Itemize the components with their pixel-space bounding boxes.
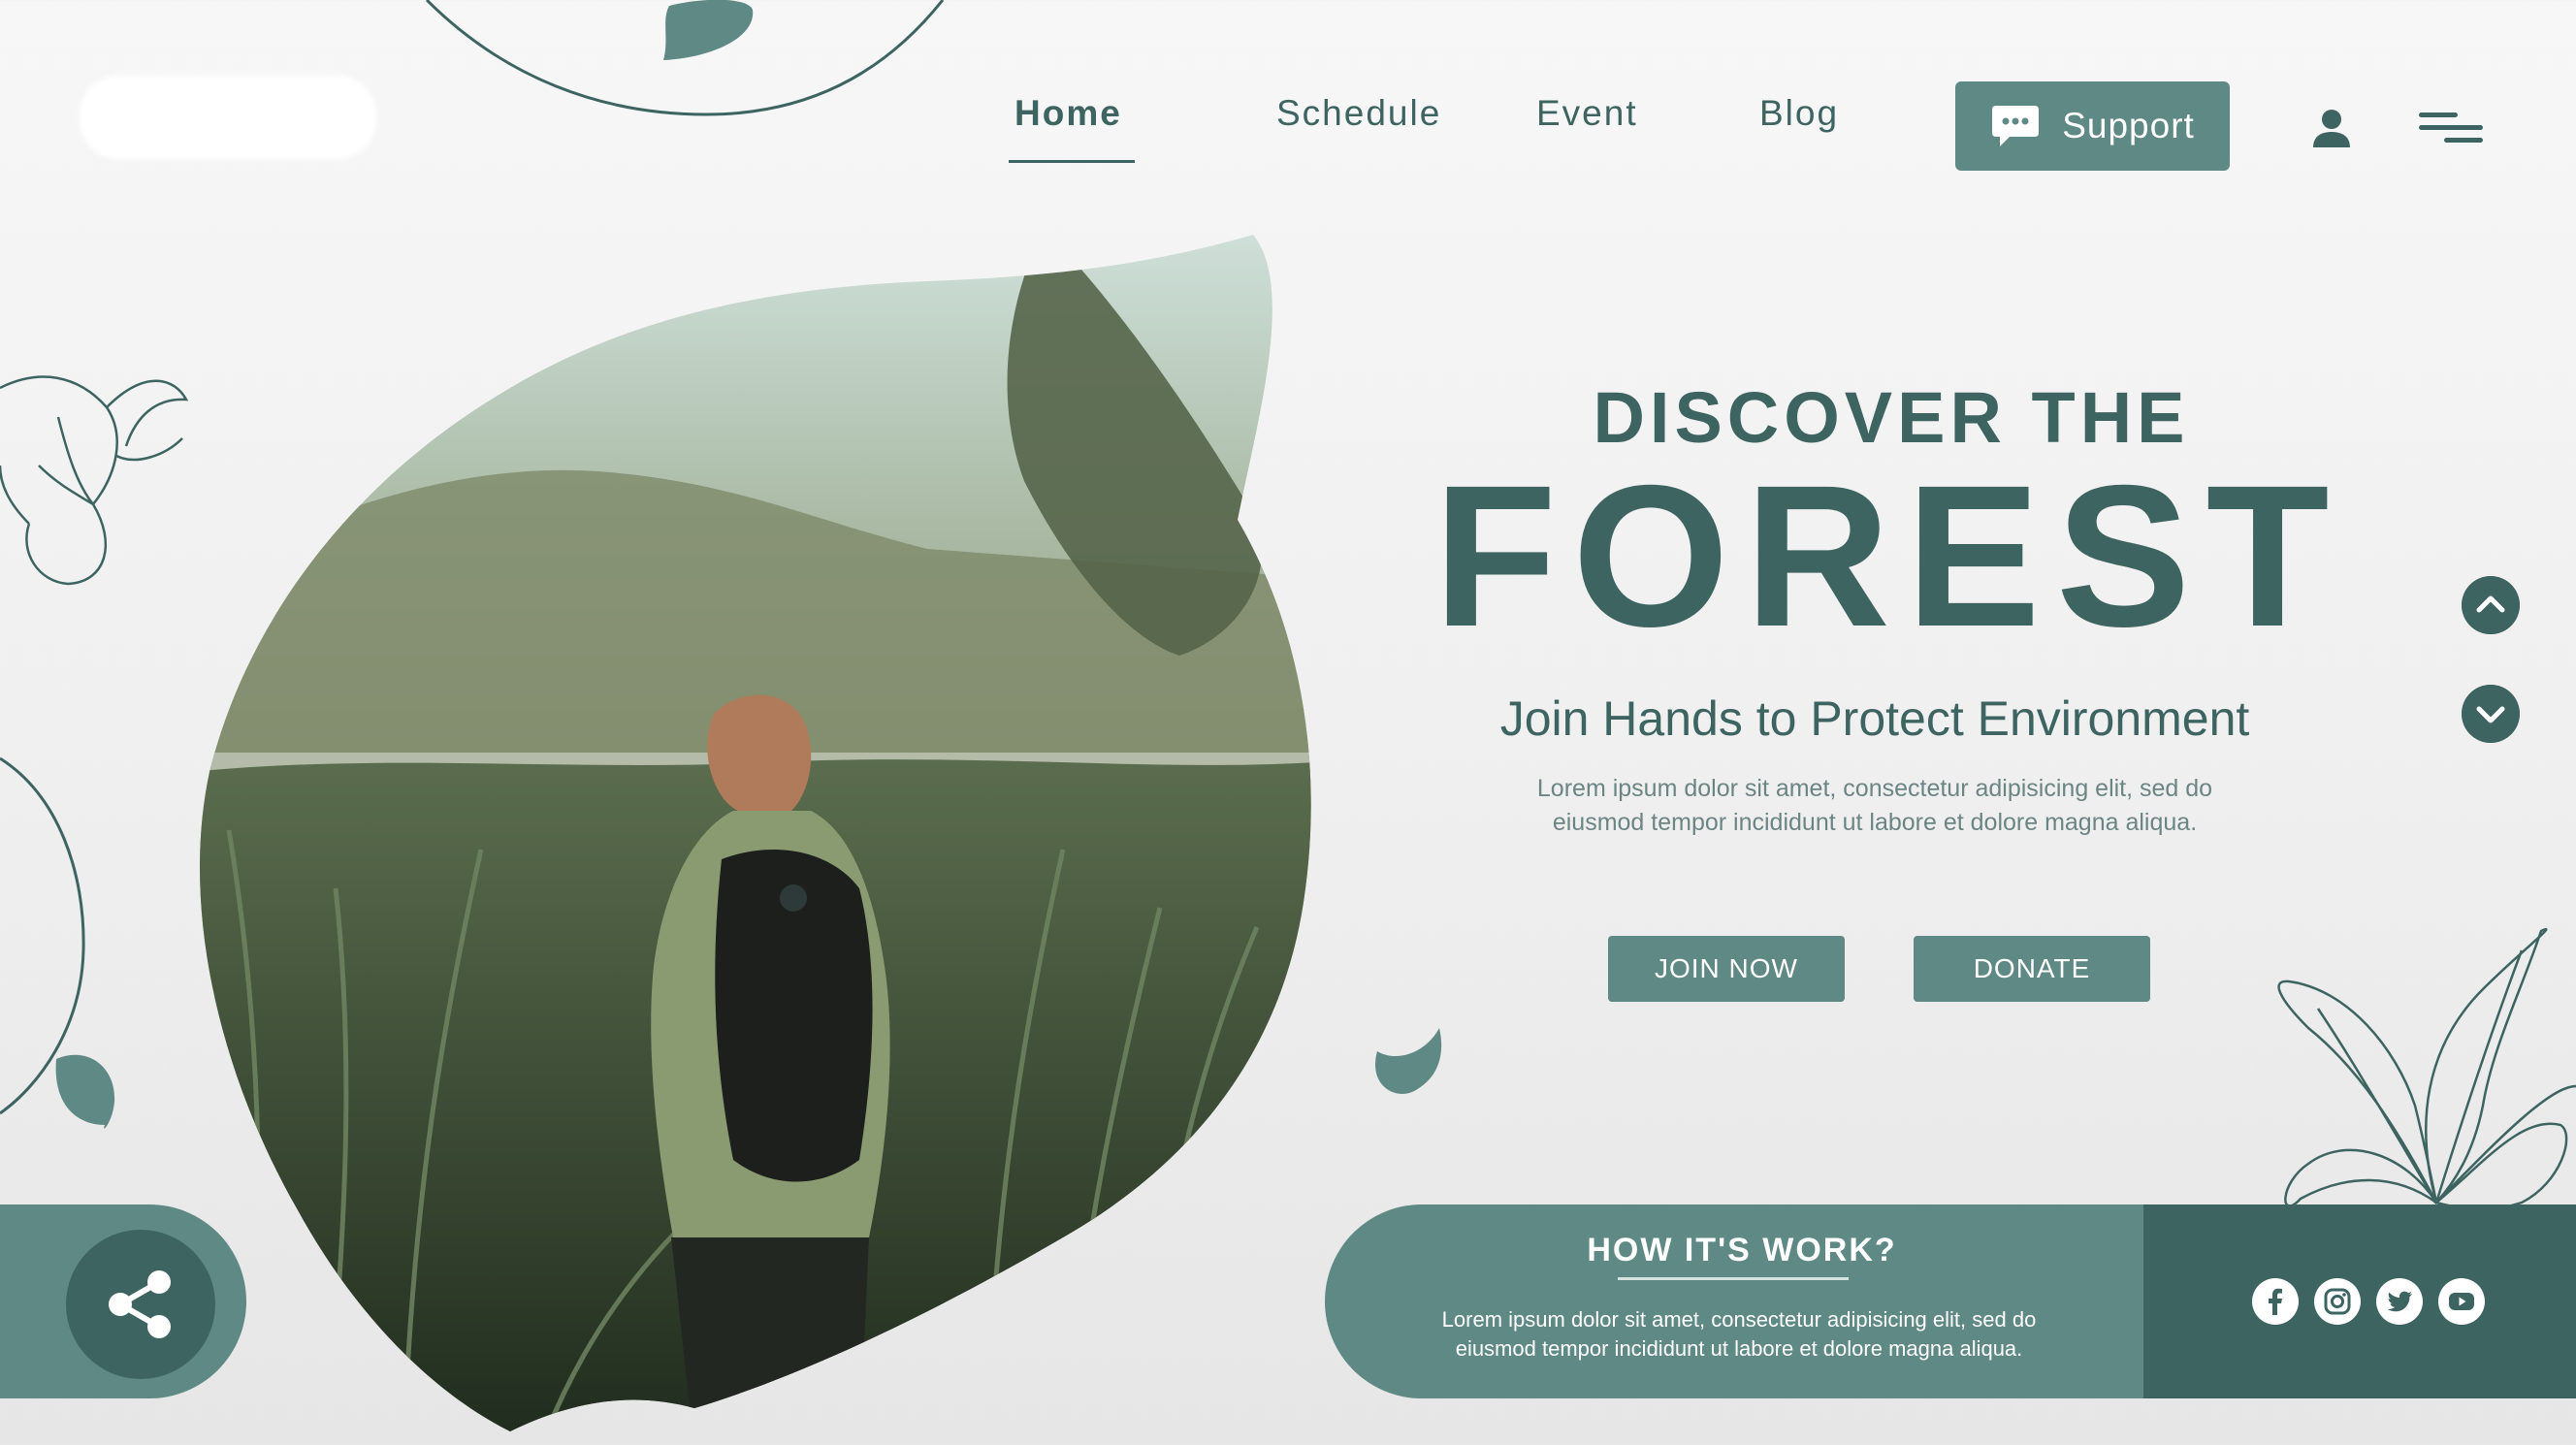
twitter-icon[interactable] xyxy=(2376,1278,2423,1325)
how-it-works-body: Lorem ipsum dolor sit amet, consectetur … xyxy=(1441,1307,2037,1361)
user-icon[interactable] xyxy=(2310,107,2353,149)
twitter-glyph xyxy=(2387,1291,2412,1312)
how-it-works-title[interactable]: HOW IT'S WORK? xyxy=(1519,1232,1965,1269)
chat-icon xyxy=(1992,106,2040,146)
youtube-icon[interactable] xyxy=(2438,1278,2485,1325)
nav-event[interactable]: Event xyxy=(1536,93,1638,151)
instagram-icon[interactable] xyxy=(2314,1278,2361,1325)
menu-icon[interactable] xyxy=(2419,109,2483,147)
support-label: Support xyxy=(2062,106,2195,145)
chevron-down-icon[interactable] xyxy=(2462,685,2520,743)
facebook-glyph xyxy=(2269,1288,2282,1315)
share-button[interactable] xyxy=(66,1230,215,1379)
facebook-icon[interactable] xyxy=(2252,1278,2299,1325)
instagram-glyph xyxy=(2324,1288,2351,1315)
nav-blog[interactable]: Blog xyxy=(1759,93,1839,151)
logo[interactable] xyxy=(80,76,376,159)
nav-schedule[interactable]: Schedule xyxy=(1276,93,1441,151)
join-now-button[interactable]: JOIN NOW xyxy=(1608,936,1845,1002)
support-button[interactable]: Support xyxy=(1955,81,2230,171)
nav-home-underline xyxy=(1009,160,1135,163)
share-icon xyxy=(109,1270,171,1338)
chevron-up-icon[interactable] xyxy=(2462,576,2520,634)
hero-title: FOREST xyxy=(1433,444,2345,669)
hero-leaf-photo xyxy=(200,235,1311,1431)
hero-body: Lorem ipsum dolor sit amet, consectetur … xyxy=(1536,775,2213,836)
hero-tagline: Join Hands to Protect Environment xyxy=(1499,691,2250,746)
landing-page: Home Schedule Event Blog Support DISCOVE… xyxy=(0,0,2576,1445)
donate-button[interactable]: DONATE xyxy=(1914,936,2150,1002)
nav-home[interactable]: Home xyxy=(1014,93,1122,151)
youtube-glyph xyxy=(2449,1293,2474,1310)
how-it-works-underline xyxy=(1618,1277,1849,1280)
